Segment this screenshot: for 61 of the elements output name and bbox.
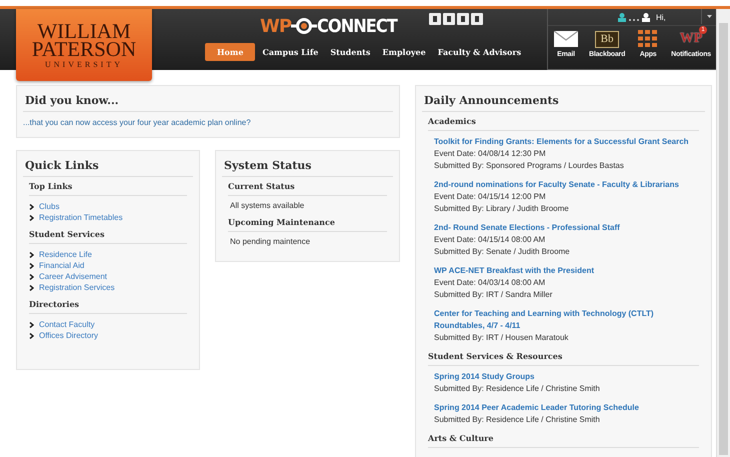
notification-logo-icon: WP <box>680 31 702 47</box>
quick-link[interactable]: Clubs <box>39 201 60 212</box>
status-text: All systems available <box>230 201 306 210</box>
announcement-link[interactable]: 2nd- Round Senate Elections - Professional Staff <box>434 222 697 234</box>
section-heading: Directories <box>29 299 187 314</box>
nav-tab[interactable]: Home <box>205 43 256 61</box>
submitted-by: Submitted By: Senate / Judith Broome <box>434 246 571 258</box>
event-date: Event Date: 04/15/14 12:00 PM <box>434 191 547 203</box>
category-heading: Arts & Culture <box>428 433 699 448</box>
grid-icon <box>638 30 658 48</box>
event-date: Event Date: 04/08/14 12:30 PM <box>434 148 547 160</box>
section-heading: Current Status <box>228 181 387 196</box>
panel-title: Did you know... <box>23 92 393 112</box>
section-heading: Top Links <box>29 181 187 196</box>
announcement-link[interactable]: 2nd-round nominations for Faculty Senate - Faculty & Librarians <box>434 179 697 191</box>
section-heading: Upcoming Maintenance <box>228 217 387 232</box>
submitted-by: Submitted By: Sponsored Programs / Lourdes Bastas <box>434 160 625 172</box>
quick-link[interactable]: Contact Faculty <box>39 319 95 330</box>
category-heading: Academics <box>428 116 699 131</box>
university-logo[interactable]: WILLIAM PATERSON UNIVERSITY <box>16 9 152 81</box>
logo-text: UNIVERSITY <box>45 60 123 68</box>
logo-text: PATERSON <box>32 40 136 58</box>
nav-tab[interactable]: Faculty & Advisors <box>432 43 526 61</box>
submitted-by: Submitted By: Library / Judith Broome <box>434 203 570 215</box>
panel-title: Daily Announcements <box>422 92 705 112</box>
envelope-icon <box>554 31 578 47</box>
scrollbar[interactable] <box>716 9 730 457</box>
greeting: Hi, <box>656 12 666 22</box>
section-heading: Student Services <box>29 229 187 244</box>
quick-link[interactable]: Financial Aid <box>39 260 84 271</box>
submitted-by: Submitted By: IRT / Housen Maratouk <box>434 332 570 344</box>
announcement-link[interactable]: Spring 2014 Peer Academic Leader Tutoring Schedule <box>434 402 697 414</box>
quick-link[interactable]: Residence Life <box>39 249 92 260</box>
announcement-link[interactable]: Spring 2014 Study Groups <box>434 371 697 383</box>
quick-link[interactable]: Registration Timetables <box>39 212 123 223</box>
nav-tab[interactable]: Campus Life <box>257 43 324 61</box>
submitted-by: Submitted By: Residence Life / Christine Smith <box>434 383 601 395</box>
event-date: Event Date: 04/03/14 08:00 AM <box>434 277 546 289</box>
blackboard-icon: Bb <box>595 30 620 48</box>
nav-tab[interactable]: Employee <box>377 43 431 61</box>
event-date: Event Date: 04/15/14 08:00 AM <box>434 234 546 246</box>
logo-text: WILLIAM <box>37 22 131 40</box>
announcement-link[interactable]: WP ACE-NET Breakfast with the President <box>434 265 697 277</box>
status-text: No pending maintence <box>230 237 312 246</box>
quick-link[interactable]: Career Advisement <box>39 271 108 282</box>
panel-title: Quick Links <box>23 157 193 177</box>
quick-link[interactable]: Registration Services <box>39 282 115 293</box>
panel-title: System Status <box>222 157 393 177</box>
category-heading: Student Services & Resources <box>428 351 699 366</box>
caret-icon <box>706 15 712 18</box>
announcement-link[interactable]: Toolkit for Finding Grants: Elements for a Successful Grant Search <box>434 136 697 148</box>
tip-link[interactable]: ...that you can now access your four year academic plan online? <box>23 118 393 127</box>
brand-name: CONNECT <box>317 16 397 36</box>
quick-link[interactable]: Offices Directory <box>39 330 98 341</box>
brand-prefix: WP <box>260 16 292 36</box>
announcement-link[interactable]: Center for Teaching and Learning with Technology (CTLT) Roundtables, 4/7 - 4/11 <box>434 308 697 332</box>
submitted-by: Submitted By: IRT / Sandra Miller <box>434 289 554 301</box>
submitted-by: Submitted By: Residence Life / Christine Smith <box>434 414 601 426</box>
scroll-thumb[interactable] <box>719 23 728 455</box>
plug-ring-icon <box>291 17 318 35</box>
nav-tab[interactable]: Students <box>325 43 376 61</box>
